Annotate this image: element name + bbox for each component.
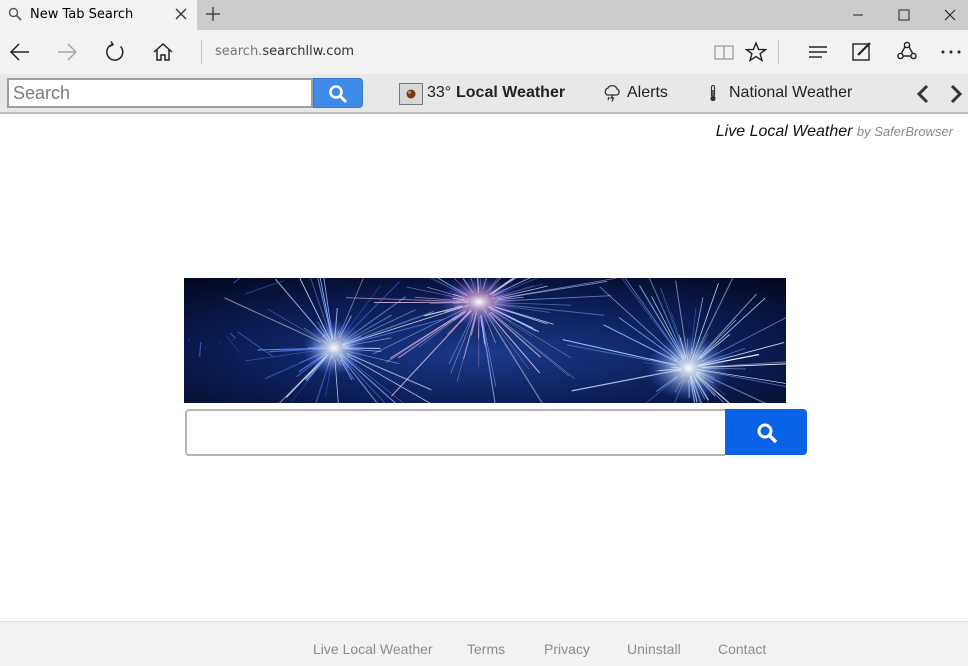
footer-link-uninstall[interactable]: Uninstall bbox=[627, 641, 681, 657]
fireworks-banner bbox=[184, 278, 786, 403]
chevron-right-icon[interactable] bbox=[947, 84, 965, 104]
plus-icon[interactable] bbox=[205, 6, 221, 22]
web-note-icon[interactable] bbox=[851, 41, 873, 63]
refresh-icon[interactable] bbox=[104, 41, 126, 63]
footer-link-privacy[interactable]: Privacy bbox=[544, 641, 590, 657]
close-icon[interactable] bbox=[173, 6, 189, 22]
fireworks-image bbox=[184, 278, 786, 403]
hub-icon[interactable] bbox=[807, 41, 829, 63]
tab-title: New Tab Search bbox=[30, 7, 134, 22]
minimize-icon[interactable] bbox=[848, 5, 868, 25]
title-bar: New Tab Search bbox=[0, 0, 968, 30]
favorite-star-icon[interactable] bbox=[745, 41, 767, 63]
address-prefix: search. bbox=[215, 44, 263, 59]
temperature-label[interactable]: 33° bbox=[427, 84, 451, 102]
share-icon[interactable] bbox=[896, 41, 918, 63]
brand-by: by SaferBrowser bbox=[856, 124, 953, 139]
thermometer-icon[interactable] bbox=[707, 84, 719, 102]
alerts-link[interactable]: Alerts bbox=[627, 84, 668, 102]
extension-toolbar: 33° Local Weather Alerts National Weathe… bbox=[0, 74, 968, 114]
home-icon[interactable] bbox=[152, 41, 174, 63]
toolbar-search-button[interactable] bbox=[313, 78, 363, 108]
main-search-input[interactable] bbox=[185, 409, 725, 456]
weather-icon[interactable] bbox=[399, 83, 423, 105]
more-icon[interactable] bbox=[940, 41, 962, 63]
main-search-button[interactable] bbox=[725, 409, 807, 455]
alerts-icon[interactable] bbox=[603, 84, 621, 102]
brand-line: Live Local Weather by SaferBrowser bbox=[716, 123, 953, 141]
footer: Live Local Weather Terms Privacy Uninsta… bbox=[0, 621, 968, 666]
toolbar-search-input[interactable] bbox=[7, 78, 313, 108]
local-weather-link[interactable]: Local Weather bbox=[456, 84, 565, 102]
address-host: searchllw.com bbox=[262, 44, 355, 59]
weather-icon-glyph bbox=[406, 89, 416, 99]
address-bar[interactable]: search.searchllw.com bbox=[215, 44, 354, 59]
search-icon bbox=[329, 85, 348, 104]
national-weather-link[interactable]: National Weather bbox=[729, 84, 852, 102]
search-icon bbox=[8, 7, 22, 21]
footer-link-contact[interactable]: Contact bbox=[718, 641, 766, 657]
address-divider bbox=[201, 40, 202, 64]
back-arrow-icon[interactable] bbox=[9, 41, 31, 63]
firework-ray bbox=[219, 341, 222, 344]
navigation-bar: search.searchllw.com bbox=[0, 30, 968, 74]
footer-link-terms[interactable]: Terms bbox=[467, 641, 505, 657]
reading-view-icon[interactable] bbox=[713, 41, 735, 63]
toolbar-divider bbox=[778, 40, 779, 64]
chevron-left-icon[interactable] bbox=[914, 84, 932, 104]
search-icon bbox=[757, 423, 778, 444]
maximize-icon[interactable] bbox=[894, 5, 914, 25]
forward-arrow-icon[interactable] bbox=[56, 41, 78, 63]
browser-tab[interactable]: New Tab Search bbox=[0, 0, 197, 30]
footer-link-live-local-weather[interactable]: Live Local Weather bbox=[313, 641, 433, 657]
brand-name: Live Local Weather bbox=[715, 123, 853, 140]
window-close-icon[interactable] bbox=[940, 5, 960, 25]
